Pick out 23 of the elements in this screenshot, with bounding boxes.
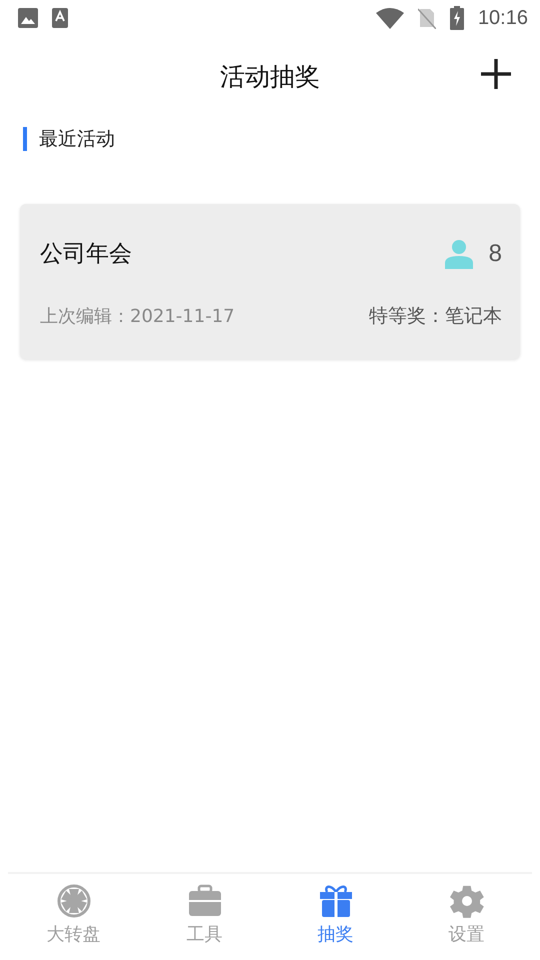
wifi-icon	[376, 7, 404, 29]
section-title: 最近活动	[39, 127, 115, 152]
prize-label: 特等奖：笔记本	[369, 304, 502, 329]
toolbox-icon	[188, 884, 222, 918]
battery-icon	[450, 6, 464, 30]
person-icon	[444, 238, 473, 268]
nav-tab[interactable]: 抽奖	[270, 874, 401, 960]
image-icon	[18, 8, 38, 28]
nav-tab[interactable]: 大转盘	[8, 874, 139, 960]
add-icon[interactable]	[480, 58, 512, 90]
gift-icon	[318, 884, 352, 918]
last-edited-date: 上次编辑：2021-11-17	[40, 305, 235, 328]
activity-name: 公司年会	[40, 240, 132, 269]
font-icon	[52, 8, 68, 28]
participant-count: 8	[488, 240, 502, 268]
wheel-icon	[56, 884, 90, 918]
nav-tab[interactable]: 工具	[139, 874, 270, 960]
clock-time: 10:16	[478, 6, 528, 30]
settings-icon	[450, 884, 484, 918]
no-sim-icon	[418, 7, 436, 29]
nav-tab[interactable]: 设置	[401, 874, 532, 960]
activity-card[interactable]: 公司年会 8 上次编辑：2021-11-17 特等奖：笔记本	[20, 204, 520, 359]
page-title: 活动抽奖	[220, 60, 320, 92]
